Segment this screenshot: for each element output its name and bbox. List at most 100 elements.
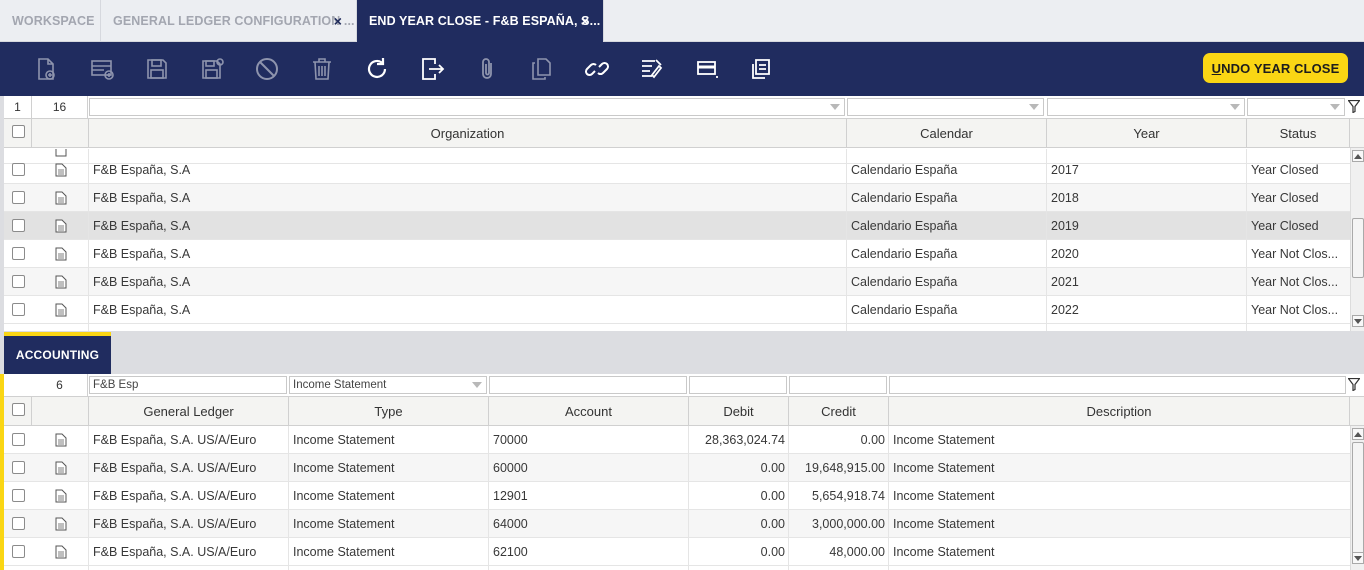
document-icon[interactable] [55, 191, 67, 205]
column-header-status[interactable]: Status [1247, 119, 1350, 147]
row-checkbox[interactable] [12, 303, 25, 316]
column-header-credit[interactable]: Credit [789, 397, 889, 425]
scroll-down-icon[interactable] [1352, 315, 1364, 327]
column-header-debit[interactable]: Debit [689, 397, 789, 425]
record-count: 6 [32, 374, 88, 396]
new-row-icon[interactable] [87, 54, 117, 84]
notes-icon[interactable] [747, 54, 777, 84]
scroll-up-icon[interactable] [1352, 428, 1364, 440]
type-filter[interactable]: Income Statement [289, 376, 487, 394]
column-divider [288, 426, 289, 570]
tab-end-year-close[interactable]: END YEAR CLOSE - F&B ESPAÑA, S... × [357, 0, 604, 42]
filter-icon[interactable] [1347, 377, 1361, 394]
column-header-year[interactable]: Year [1047, 119, 1247, 147]
table-row[interactable]: F&B España, S.A Calendario España 2018 Y… [4, 184, 1350, 212]
account-filter[interactable] [489, 376, 687, 394]
close-icon[interactable]: × [334, 14, 342, 28]
document-icon[interactable] [55, 489, 67, 503]
row-checkbox[interactable] [12, 461, 25, 474]
link-icon[interactable] [582, 54, 612, 84]
scroll-down-icon[interactable] [1352, 552, 1364, 564]
tab-workspace[interactable]: WORKSPACE [0, 0, 101, 42]
export-icon[interactable] [417, 54, 447, 84]
description-filter[interactable] [889, 376, 1346, 394]
chevron-down-icon[interactable] [1029, 104, 1039, 110]
document-icon[interactable] [55, 275, 67, 289]
cancel-icon[interactable] [252, 54, 282, 84]
accounting-tab[interactable]: ACCOUNTING [4, 336, 111, 374]
chevron-down-icon[interactable] [830, 104, 840, 110]
column-header-description[interactable]: Description [889, 397, 1350, 425]
calendar-filter[interactable] [847, 98, 1044, 116]
row-checkbox[interactable] [12, 219, 25, 232]
table-row-selected[interactable]: F&B España, S.A Calendario España 2019 Y… [4, 212, 1350, 240]
status-filter[interactable] [1247, 98, 1345, 116]
table-row[interactable]: F&B España, S.A. US/A/Euro Income Statem… [4, 426, 1350, 454]
scrollbar-thumb[interactable] [1352, 442, 1364, 554]
column-header-account[interactable]: Account [489, 397, 689, 425]
cell-calendar: Calendario España [851, 302, 958, 317]
chevron-down-icon[interactable] [1330, 104, 1340, 110]
credit-filter[interactable] [789, 376, 887, 394]
audit-trail-icon[interactable] [637, 54, 667, 84]
cell-general-ledger: F&B España, S.A. US/A/Euro [93, 432, 257, 447]
cell-status: Year Closed [1251, 190, 1319, 205]
select-all-checkbox[interactable] [12, 403, 25, 416]
general-ledger-filter[interactable]: F&B Esp [89, 376, 287, 394]
row-checkbox[interactable] [12, 163, 25, 176]
debit-filter[interactable] [689, 376, 787, 394]
vertical-scrollbar[interactable] [1350, 426, 1364, 570]
document-icon[interactable] [55, 247, 67, 261]
column-header-organization[interactable]: Organization [89, 119, 847, 147]
table-row[interactable]: F&B España, S.A Calendario España 2021 Y… [4, 268, 1350, 296]
table-row[interactable]: F&B España, S.A. US/A/Euro Income Statem… [4, 482, 1350, 510]
table-row[interactable]: F&B España, S.A Calendario España 2022 Y… [4, 296, 1350, 324]
copy-record-icon[interactable] [527, 54, 557, 84]
close-icon[interactable]: × [581, 14, 589, 28]
column-header-general-ledger[interactable]: General Ledger [89, 397, 289, 425]
row-checkbox[interactable] [12, 191, 25, 204]
chevron-down-icon[interactable] [472, 382, 482, 388]
cell-calendar: Calendario España [851, 246, 958, 261]
table-row[interactable]: F&B España, S.A. US/A/Euro Income Statem… [4, 538, 1350, 566]
table-row[interactable]: F&B España, S.A Calendario España 2020 Y… [4, 240, 1350, 268]
row-checkbox[interactable] [12, 247, 25, 260]
refresh-icon[interactable] [362, 54, 392, 84]
organization-filter[interactable] [89, 98, 845, 116]
table-row[interactable]: F&B España, S.A. US/A/Euro Income Statem… [4, 510, 1350, 538]
row-checkbox[interactable] [12, 545, 25, 558]
document-icon[interactable] [55, 517, 67, 531]
document-icon[interactable] [55, 303, 67, 317]
save-icon[interactable] [142, 54, 172, 84]
document-icon[interactable] [55, 163, 67, 177]
select-all-checkbox[interactable] [12, 125, 25, 138]
cell-account: 70000 [493, 432, 528, 447]
year-filter[interactable] [1047, 98, 1245, 116]
tab-general-ledger-configuration[interactable]: GENERAL LEDGER CONFIGURATION ... × [101, 0, 357, 42]
column-header-type[interactable]: Type [289, 397, 489, 425]
undo-year-close-button[interactable]: U NDO YEAR CLOSE [1203, 53, 1348, 83]
accounting-header: General Ledger Type Account Debit Credit… [4, 396, 1364, 426]
table-row[interactable]: F&B España, S.A Calendario España 2017 Y… [4, 156, 1350, 184]
document-icon[interactable] [55, 219, 67, 233]
column-header-calendar[interactable]: Calendar [847, 119, 1047, 147]
scrollbar-thumb[interactable] [1352, 218, 1364, 278]
document-icon[interactable] [55, 461, 67, 475]
document-icon[interactable] [55, 545, 67, 559]
save-close-icon[interactable] [197, 54, 227, 84]
table-row[interactable]: F&B España, S.A. US/A/Euro Income Statem… [4, 454, 1350, 482]
chevron-down-icon[interactable] [1230, 104, 1240, 110]
document-icon[interactable] [55, 433, 67, 447]
scroll-up-icon[interactable] [1352, 150, 1364, 162]
row-checkbox[interactable] [12, 517, 25, 530]
delete-icon[interactable] [307, 54, 337, 84]
toggle-view-icon[interactable] [692, 54, 722, 84]
filter-icon[interactable] [1347, 99, 1361, 116]
new-document-icon[interactable] [31, 54, 61, 84]
row-checkbox[interactable] [12, 275, 25, 288]
cell-status: Year Not Clos... [1251, 274, 1339, 289]
attach-icon[interactable] [472, 54, 502, 84]
vertical-scrollbar[interactable] [1350, 148, 1364, 331]
row-checkbox[interactable] [12, 433, 25, 446]
row-checkbox[interactable] [12, 489, 25, 502]
